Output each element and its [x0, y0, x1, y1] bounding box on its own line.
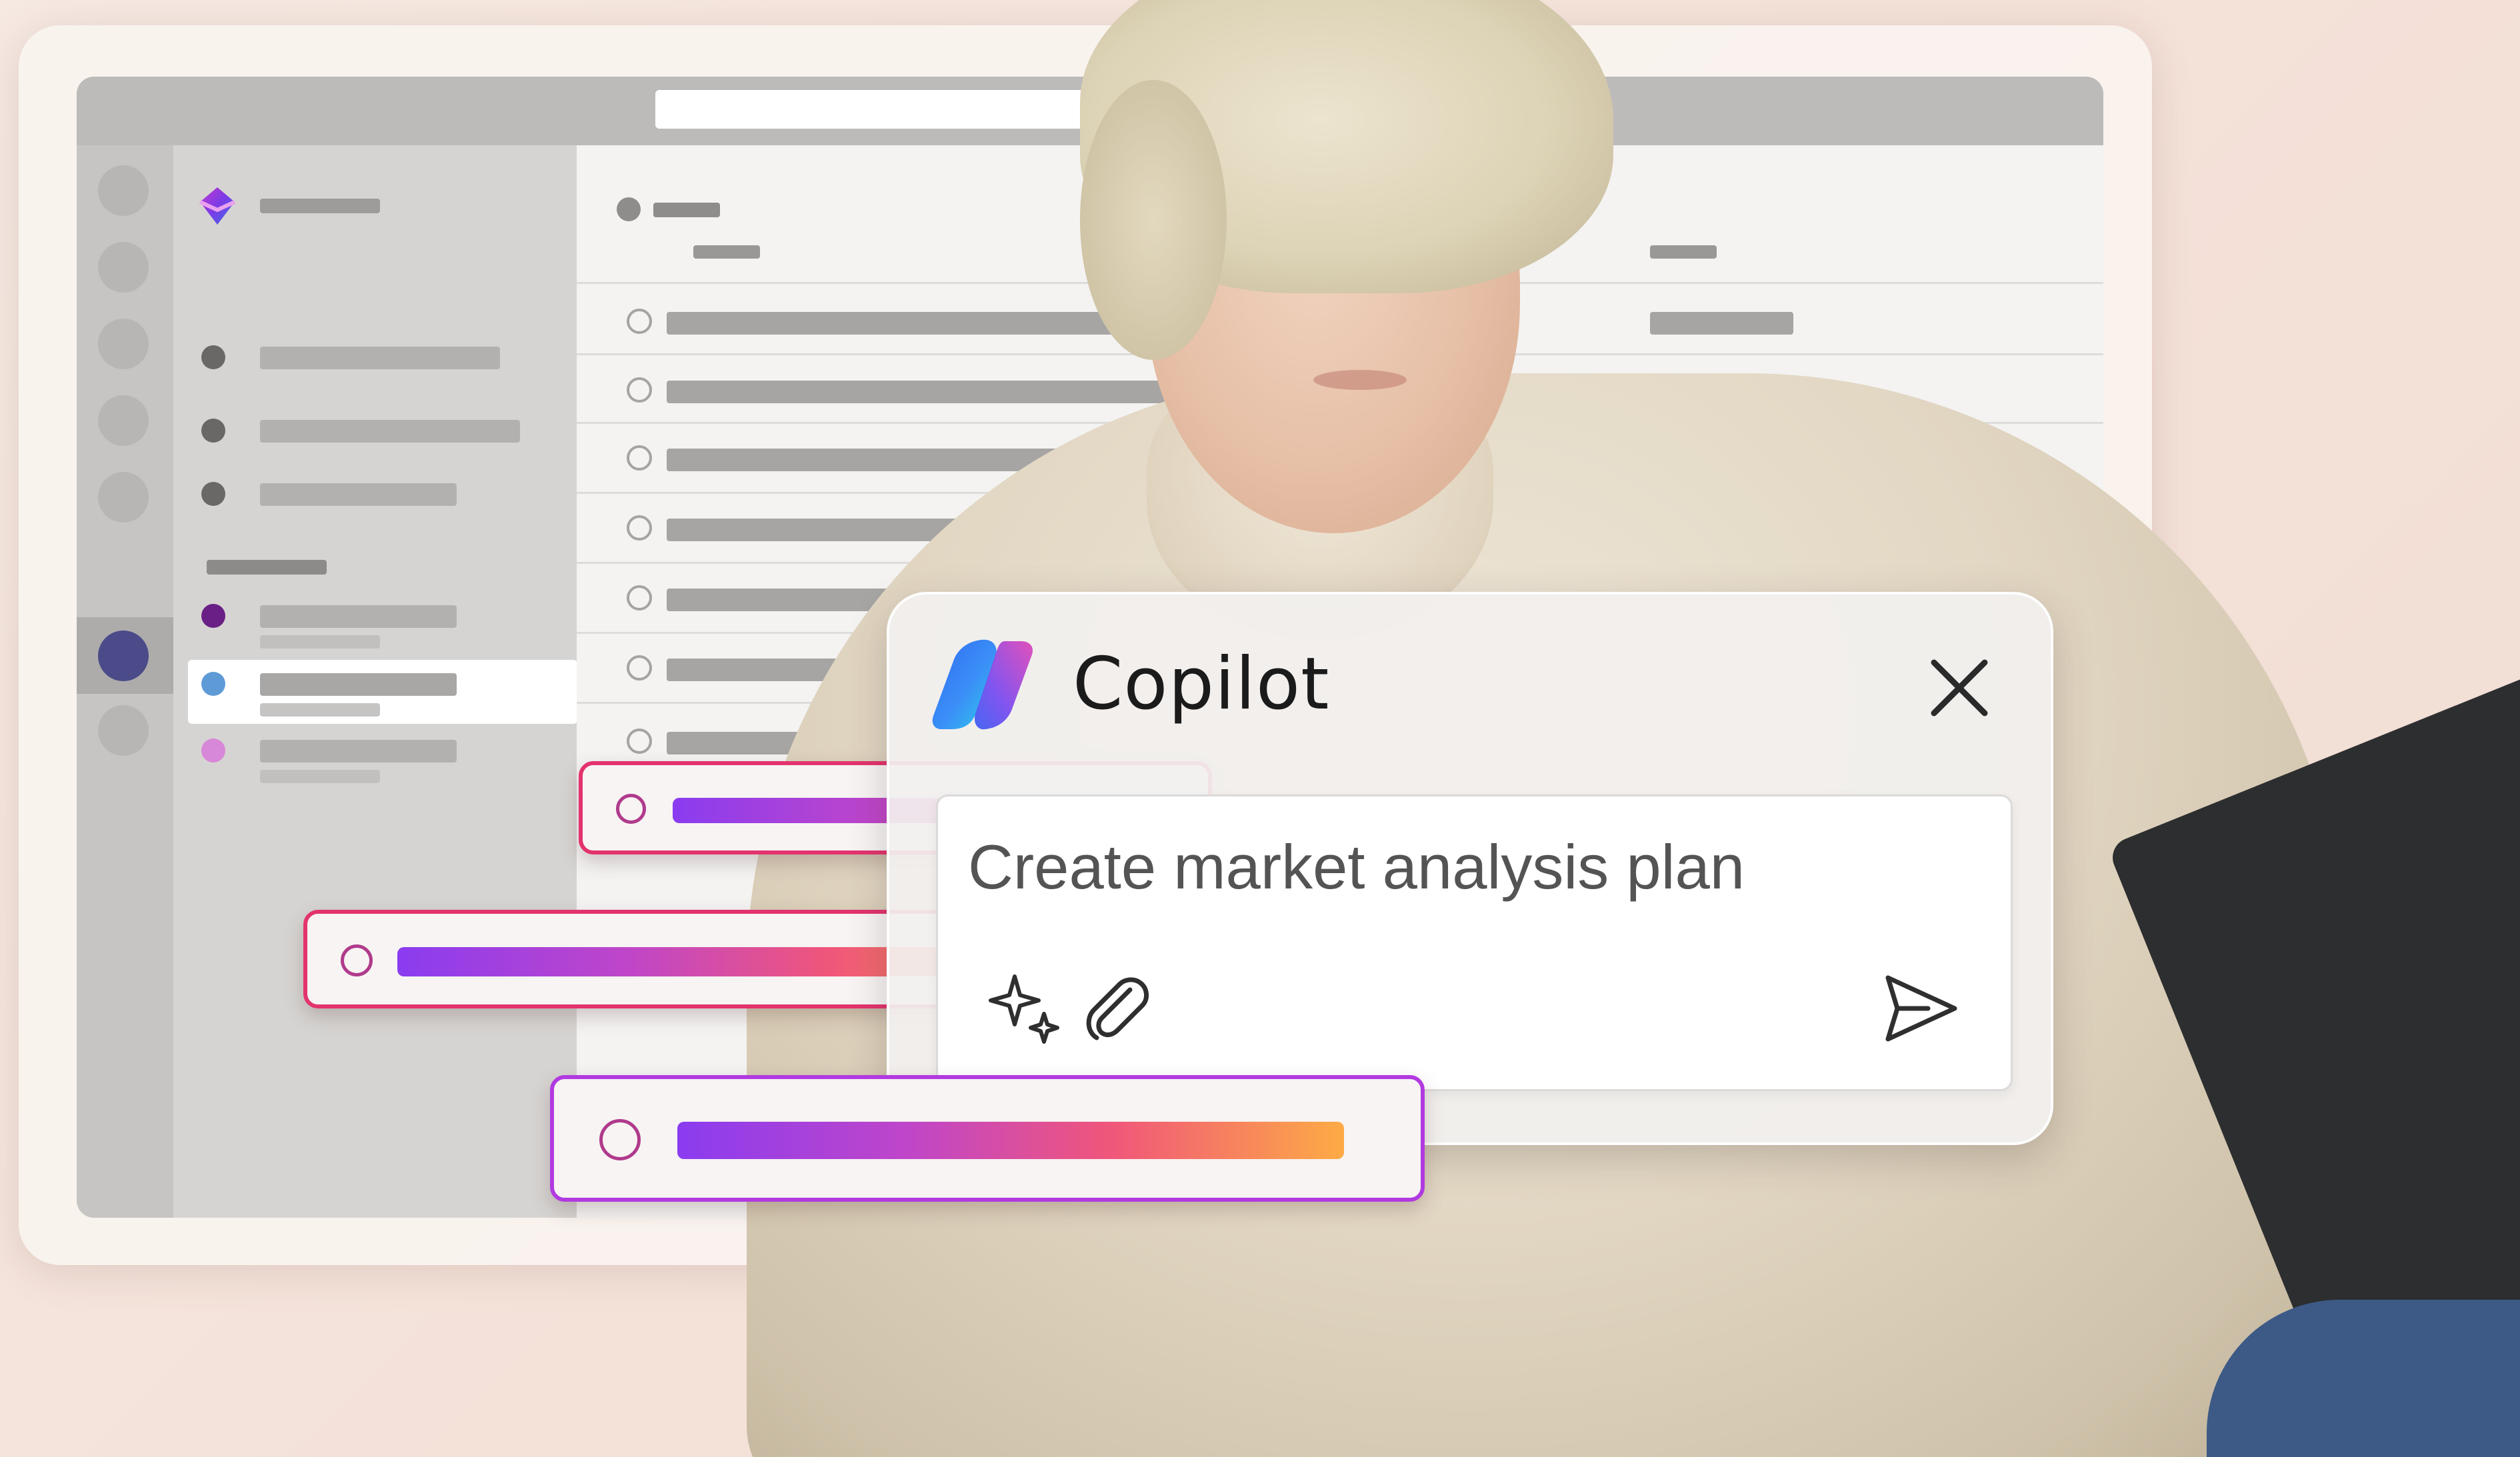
- table-cell: [1650, 519, 1793, 541]
- column-header: [693, 245, 760, 259]
- table-cell: [1650, 449, 1793, 471]
- generated-task-pill[interactable]: [303, 910, 1064, 1008]
- column-header: [1650, 245, 1717, 259]
- plan-item-subtitle: [260, 770, 380, 783]
- rail-app-icon[interactable]: [98, 165, 149, 216]
- prompt-input[interactable]: Create market analysis plan: [936, 794, 2013, 1091]
- task-checkbox[interactable]: [627, 309, 652, 334]
- table-row[interactable]: [667, 381, 1267, 403]
- rail-app-icon[interactable]: [98, 705, 149, 756]
- laptop: [2107, 547, 2520, 1457]
- rail-app-icon[interactable]: [98, 472, 149, 523]
- nav-section-header: [207, 560, 327, 575]
- title-bar: [77, 77, 2103, 145]
- task-checkbox[interactable]: [627, 655, 652, 681]
- generated-task-pill[interactable]: [550, 1075, 1425, 1202]
- table-row[interactable]: [667, 312, 1267, 335]
- table-cell: [1650, 381, 1793, 403]
- navigation-pane: [173, 145, 577, 1218]
- copilot-logo-icon: [932, 639, 1033, 730]
- plan-item-selected[interactable]: [188, 660, 577, 724]
- plan-item-label: [260, 673, 457, 696]
- task-title-placeholder: [677, 1122, 1344, 1159]
- task-checkbox[interactable]: [599, 1119, 641, 1160]
- task-checkbox[interactable]: [627, 445, 652, 471]
- nav-item-dot: [201, 345, 225, 369]
- nav-item-dot: [201, 419, 225, 443]
- row-divider: [577, 353, 2103, 355]
- send-icon[interactable]: [1881, 971, 1961, 1046]
- app-rail: [77, 145, 173, 1218]
- plan-item-subtitle: [260, 635, 380, 649]
- rail-item-active[interactable]: [77, 617, 173, 694]
- sparkle-icon[interactable]: [988, 971, 1063, 1046]
- row-divider: [577, 422, 2103, 424]
- search-input[interactable]: [655, 90, 1189, 129]
- paperclip-icon[interactable]: [1078, 971, 1153, 1046]
- nav-item-dot: [201, 482, 225, 506]
- plan-item[interactable]: [260, 605, 457, 628]
- app-title-placeholder: [260, 199, 380, 213]
- prompt-text[interactable]: Create market analysis plan: [968, 831, 1745, 903]
- rail-app-icon[interactable]: [98, 395, 149, 446]
- table-row[interactable]: [667, 519, 1267, 541]
- table-cell: [1650, 312, 1793, 335]
- nav-item-dot: [201, 738, 225, 762]
- planner-logo-icon: [199, 187, 236, 225]
- task-checkbox[interactable]: [627, 515, 652, 541]
- task-checkbox[interactable]: [627, 728, 652, 754]
- list-header: [653, 203, 720, 217]
- task-checkbox[interactable]: [627, 377, 652, 403]
- rail-app-icon[interactable]: [98, 242, 149, 293]
- row-divider: [577, 282, 2103, 284]
- plan-item-subtitle: [260, 703, 380, 717]
- nav-item-dot: [201, 604, 225, 628]
- table-row[interactable]: [667, 449, 1267, 471]
- nav-item[interactable]: [260, 483, 457, 506]
- task-checkbox[interactable]: [341, 944, 373, 976]
- header-dot: [617, 197, 641, 221]
- plan-item[interactable]: [260, 740, 457, 762]
- row-divider: [577, 492, 2103, 494]
- rail-app-icon: [98, 631, 149, 681]
- jeans: [2207, 1300, 2520, 1457]
- close-icon[interactable]: [1926, 655, 1993, 721]
- nav-item-dot: [201, 672, 225, 696]
- task-checkbox[interactable]: [627, 585, 652, 611]
- task-checkbox[interactable]: [616, 794, 646, 824]
- copilot-dialog: Copilot Create market analysis plan: [887, 592, 2053, 1145]
- nav-item[interactable]: [260, 420, 520, 443]
- row-divider: [577, 562, 2103, 564]
- rail-app-icon[interactable]: [98, 319, 149, 369]
- nav-item[interactable]: [260, 347, 500, 369]
- dialog-title: Copilot: [1073, 643, 1330, 726]
